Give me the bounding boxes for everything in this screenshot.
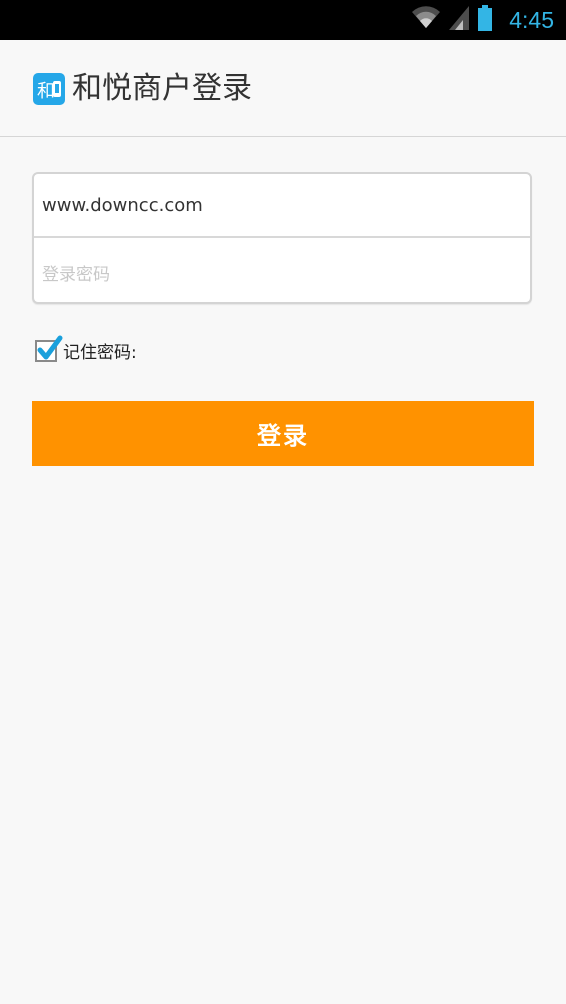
signal-icon	[449, 6, 470, 34]
app-logo-icon: 和	[33, 73, 65, 105]
checkmark-icon	[37, 335, 63, 359]
page-title: 和悦商户登录	[72, 71, 252, 106]
login-form: www.downcc.com 登录密码	[32, 172, 532, 304]
login-button[interactable]: 登录	[32, 401, 534, 466]
status-clock: 4:45	[509, 6, 554, 33]
status-bar: 4:45	[0, 0, 566, 40]
svg-text:和: 和	[37, 81, 55, 102]
username-field[interactable]: www.downcc.com	[34, 174, 530, 238]
remember-password-label: 记住密码:	[63, 343, 137, 363]
app-bar: 和 和悦商户登录	[0, 40, 566, 137]
password-field[interactable]: 登录密码	[34, 240, 530, 304]
status-icons: 4:45	[411, 0, 554, 40]
battery-icon	[477, 5, 493, 35]
wifi-icon	[411, 6, 441, 34]
remember-password-row[interactable]: 记住密码:	[35, 335, 137, 363]
remember-password-checkbox[interactable]	[35, 335, 63, 362]
